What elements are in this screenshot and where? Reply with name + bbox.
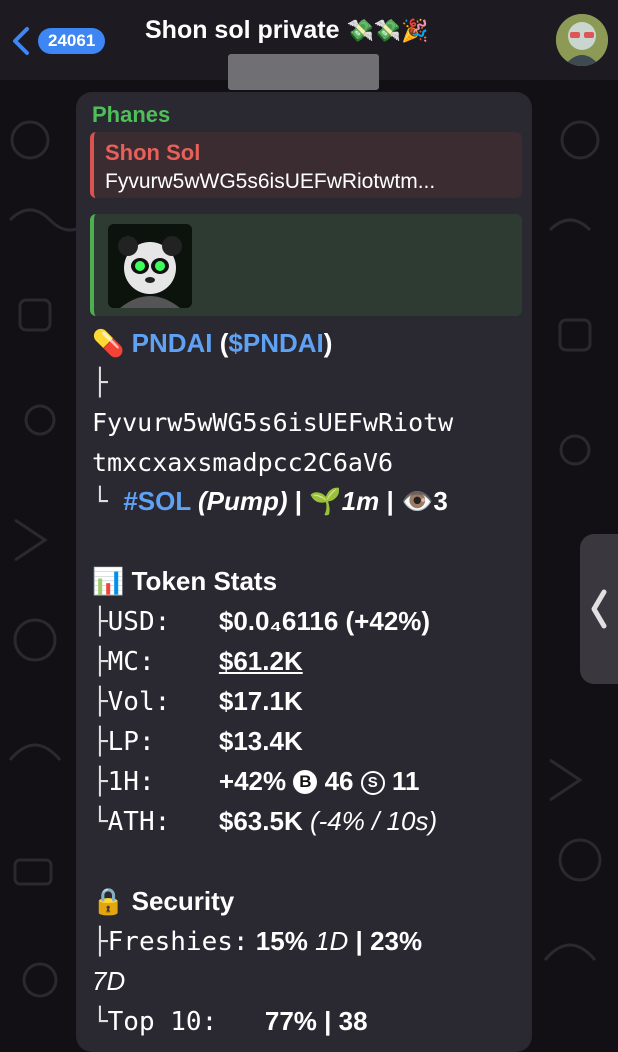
stat-freshies: ├Freshies: 15% 1D | 23%: [92, 926, 423, 957]
reply-author: Shon Sol: [105, 140, 201, 165]
stat-1h: ├1H: +42% B 46 S 11: [92, 766, 420, 797]
unread-count-badge: 24061: [38, 28, 106, 54]
tree-end: └: [92, 487, 124, 517]
chat-title-emojis: 💸💸🎉: [346, 18, 429, 43]
stat-usd: ├USD: $0.0₄6116 (+42%): [92, 606, 431, 637]
chart-icon: 📊: [92, 566, 125, 596]
side-panel-handle[interactable]: [580, 534, 618, 684]
stat-mc: ├MC: $61.2K: [92, 646, 303, 677]
view-count: 3: [433, 486, 448, 516]
security-heading: 🔒 Security: [92, 886, 234, 917]
token-address-line-1[interactable]: Fyvurw5wWG5s6isUEFwRiotw: [92, 408, 453, 437]
platform: (Pump): [197, 486, 288, 516]
token-meta: └ #SOL (Pump) | 🌱1m | 👁️3: [92, 486, 448, 517]
sell-count: 11: [391, 766, 420, 796]
token-stats-heading: 📊 Token Stats: [92, 566, 277, 597]
stat-label: USD:: [107, 607, 171, 637]
stat-value: $13.4K: [218, 726, 303, 756]
freshies-7d-unit: 7D: [92, 966, 126, 996]
chain-hashtag[interactable]: #SOL: [123, 486, 190, 516]
token-image[interactable]: [108, 224, 192, 308]
stat-label: Top 10:: [107, 1007, 218, 1037]
pill-icon: 💊: [92, 328, 125, 358]
stat-label: MC:: [107, 647, 155, 677]
stat-value: $0.0₄6116 (+42%): [218, 606, 431, 636]
freshies-7d: 23%: [370, 926, 423, 956]
stat-value: $17.1K: [218, 686, 303, 716]
seedling-icon: 🌱: [309, 486, 342, 516]
tree-branch: ├: [92, 368, 108, 398]
sender-name[interactable]: Phanes: [92, 102, 170, 128]
chat-title[interactable]: Shon sol private 💸💸🎉: [145, 16, 429, 45]
panda-image: [108, 224, 192, 308]
stat-top10: └Top 10: 77% | 38: [92, 1006, 368, 1037]
token-address-line-2[interactable]: tmxcxaxsmadpcc2C6aV6: [92, 448, 393, 477]
market-cap-link[interactable]: $61.2K: [219, 646, 303, 676]
avatar-image: [556, 14, 608, 66]
reply-quote[interactable]: Shon Sol Fyvurw5wWG5s6isUEFwRiotwtm...: [90, 132, 522, 198]
stat-value: 77% | 38: [264, 1006, 368, 1036]
buy-count: 46: [324, 766, 354, 796]
stat-vol: ├Vol: $17.1K: [92, 686, 303, 717]
lock-icon: 🔒: [92, 886, 125, 916]
stat-label: Freshies:: [107, 927, 249, 957]
chat-title-text: Shon sol private: [145, 16, 340, 44]
token-ticker-link[interactable]: $PNDAI: [228, 328, 323, 358]
freshies-1d: 15%: [255, 926, 308, 956]
chevron-left-icon: [13, 27, 29, 55]
reply-text: Fyvurw5wWG5s6isUEFwRiotwtm...: [105, 170, 436, 193]
token-age: 1m: [341, 486, 380, 516]
stat-label: ATH:: [107, 807, 171, 837]
stat-ath: └ATH: $63.5K (-4% / 10s): [92, 806, 438, 837]
stat-label: Vol:: [107, 687, 171, 717]
chevron-left-icon: [591, 589, 607, 629]
redacted-area: [228, 54, 379, 90]
token-name-link[interactable]: PNDAI: [132, 328, 213, 358]
stat-value: $63.5K: [218, 806, 303, 836]
message-bubble[interactable]: Phanes Shon Sol Fyvurw5wWG5s6isUEFwRiotw…: [76, 92, 532, 1052]
freshies-1d-unit: 1D: [315, 926, 349, 956]
stat-value: +42%: [218, 766, 287, 796]
eye-icon: 👁️: [400, 486, 434, 516]
security-heading-text: Security: [131, 886, 235, 916]
sell-icon: S: [360, 771, 385, 795]
stat-label: LP:: [107, 727, 155, 757]
token-title: 💊 PNDAI ($PNDAI): [92, 328, 333, 358]
chat-avatar[interactable]: [556, 14, 608, 66]
ath-detail: (-4% / 10s): [309, 806, 438, 836]
stat-label: 1H:: [107, 767, 155, 797]
back-button[interactable]: 24061: [10, 26, 106, 56]
token-stats-heading-text: Token Stats: [131, 566, 278, 596]
link-preview[interactable]: [90, 214, 522, 316]
stat-lp: ├LP: $13.4K: [92, 726, 303, 757]
buy-icon: B: [293, 770, 318, 794]
